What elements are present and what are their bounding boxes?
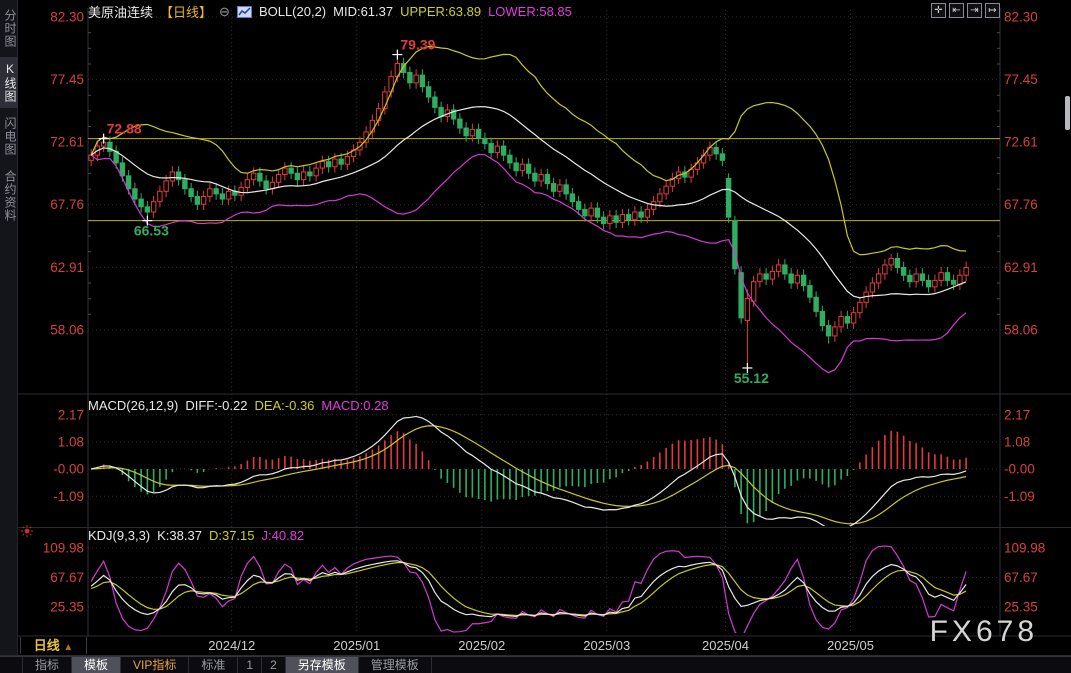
period-arrow-icon: ▲	[63, 642, 73, 653]
period-tag: 【日线】	[160, 2, 212, 21]
toolbar-tab-indicators[interactable]: 指标	[22, 657, 72, 673]
date-label: 2025/03	[583, 638, 630, 653]
macd-diff-value: DIFF:-0.22	[185, 398, 247, 413]
svg-text:25.35: 25.35	[50, 599, 84, 614]
svg-text:-0.00: -0.00	[53, 462, 84, 477]
svg-text:1.08: 1.08	[58, 435, 84, 450]
boll-label: BOLL(20,2)	[259, 4, 326, 19]
trading-terminal-window: 72.88 79.39 66.53 55.12 82.30 82.30 77.45 77.45…	[0, 0, 1071, 673]
svg-text:-1.09: -1.09	[53, 489, 84, 504]
sidebar-item-lightning[interactable]: 闪电图	[0, 112, 18, 161]
date-label: 2025/05	[827, 638, 874, 653]
toolbar-tab-manage-template[interactable]: 管理模板	[359, 657, 432, 673]
svg-text:82.30: 82.30	[1004, 10, 1038, 25]
crosshair-tool-icon[interactable]: ✛	[931, 3, 946, 18]
svg-text:66.53: 66.53	[134, 223, 169, 239]
svg-text:2.17: 2.17	[1004, 407, 1030, 422]
kdj-d-value: D:37.15	[209, 528, 255, 543]
toolbar-tab-templates[interactable]: 模板	[72, 657, 121, 673]
collapse-icon[interactable]: ⊖	[219, 4, 230, 20]
sidebar-item-contract-info[interactable]: 合约资料	[0, 165, 18, 227]
toolbar-tab-slot-1[interactable]: 1	[238, 657, 262, 673]
date-label: 2025/02	[458, 638, 505, 653]
period-label: 日线	[34, 638, 60, 653]
kdj-k-value: K:38.37	[157, 528, 202, 543]
zoom-in-horizontal-icon[interactable]: ⇤	[949, 3, 964, 18]
svg-text:2.17: 2.17	[58, 407, 84, 422]
svg-text:62.91: 62.91	[1004, 260, 1038, 275]
chart-canvas[interactable]: 72.88 79.39 66.53 55.12 82.30 82.30 77.45 77.45…	[0, 0, 1071, 673]
boll-lower-value: LOWER:58.85	[488, 4, 572, 19]
svg-text:62.91: 62.91	[50, 260, 84, 275]
svg-text:-0.00: -0.00	[1004, 462, 1035, 477]
svg-text:67.67: 67.67	[1004, 570, 1038, 585]
svg-text:1.08: 1.08	[1004, 435, 1030, 450]
zoom-out-horizontal-icon[interactable]: ⇥	[967, 3, 982, 18]
svg-text:58.06: 58.06	[1004, 323, 1038, 338]
kdj-label: KDJ(9,3,3)	[88, 528, 150, 543]
alert-dot-icon[interactable]	[21, 524, 33, 536]
svg-text:58.06: 58.06	[50, 323, 84, 338]
svg-text:82.30: 82.30	[50, 10, 84, 25]
date-label: 2025/01	[333, 638, 380, 653]
date-label: 2024/12	[208, 638, 255, 653]
date-label: 2025/04	[702, 638, 749, 653]
watermark: FX678	[930, 615, 1038, 649]
toolbar-tab-standard[interactable]: 标准	[189, 657, 238, 673]
svg-text:55.12: 55.12	[734, 370, 769, 386]
boll-mid-value: MID:61.37	[333, 4, 393, 19]
svg-text:72.61: 72.61	[50, 135, 84, 150]
scrollbar-thumb[interactable]	[1065, 96, 1070, 130]
chart-tool-icons: ✛ ⇤ ⇥ ↦	[931, 3, 1000, 18]
svg-text:72.61: 72.61	[1004, 135, 1038, 150]
kdj-pane-header: KDJ(9,3,3) K:38.37 D:37.15 J:40.82	[88, 528, 304, 543]
toolbar-tab-slot-2[interactable]: 2	[262, 657, 286, 673]
svg-text:67.67: 67.67	[50, 570, 84, 585]
toolbar-tab-vip-indicators[interactable]: VIP指标	[121, 657, 189, 673]
price-pane-header: 美原油连续 【日线】 ⊖ BOLL(20,2) MID:61.37 UPPER:…	[88, 4, 572, 19]
sidebar-item-kline[interactable]: K线图	[0, 57, 18, 108]
boll-upper-value: UPPER:63.89	[400, 4, 481, 19]
kdj-j-value: J:40.82	[262, 528, 305, 543]
svg-text:109.98: 109.98	[43, 541, 84, 556]
svg-text:77.45: 77.45	[50, 72, 84, 87]
period-selector[interactable]: 日线 ▲	[20, 637, 87, 654]
svg-text:72.88: 72.88	[107, 121, 142, 137]
bottom-toolbar: 指标模板VIP指标标准12另存模板管理模板	[0, 656, 1071, 673]
macd-macd-value: MACD:0.28	[321, 398, 388, 413]
svg-text:109.98: 109.98	[1004, 541, 1045, 556]
toolbar-tab-save-template[interactable]: 另存模板	[286, 657, 359, 673]
symbol-title: 美原油连续	[88, 2, 153, 21]
svg-text:25.35: 25.35	[1004, 599, 1038, 614]
svg-text:67.76: 67.76	[1004, 197, 1038, 212]
indicator-chart-icon[interactable]	[237, 6, 252, 18]
chart-type-sidebar: 分时图 K线图闪电图合约资料	[0, 0, 18, 655]
sidebar-item-timeshare[interactable]: 分时图	[0, 4, 18, 53]
shift-right-icon[interactable]: ↦	[985, 3, 1000, 18]
svg-text:77.45: 77.45	[1004, 72, 1038, 87]
svg-text:67.76: 67.76	[50, 197, 84, 212]
macd-label: MACD(26,12,9)	[88, 398, 178, 413]
macd-pane-header: MACD(26,12,9) DIFF:-0.22 DEA:-0.36 MACD:…	[88, 398, 389, 413]
macd-dea-value: DEA:-0.36	[254, 398, 314, 413]
svg-text:-1.09: -1.09	[1004, 489, 1035, 504]
svg-text:79.39: 79.39	[400, 37, 435, 53]
